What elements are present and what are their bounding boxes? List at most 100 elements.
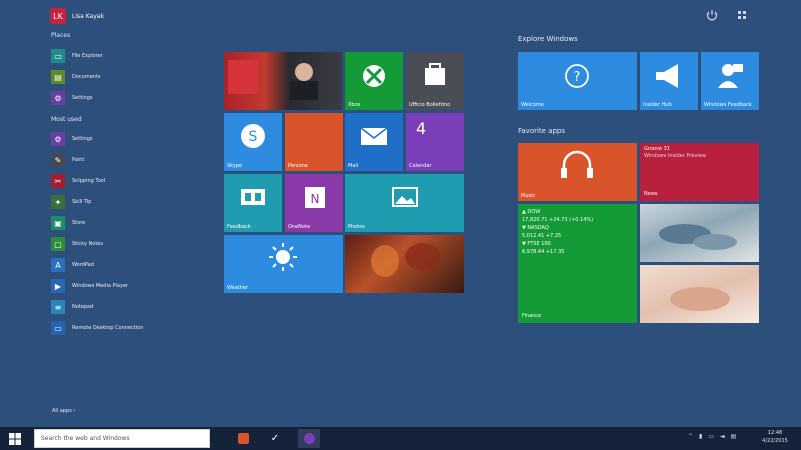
tile-label: Persone <box>288 163 308 169</box>
menu-item-store[interactable]: ▣ Store <box>51 214 181 232</box>
store-tile[interactable]: Ufficio Bollettino <box>406 52 464 110</box>
svg-text:S: S <box>249 129 258 145</box>
folder-icon: ▭ <box>51 49 65 63</box>
tile-label: Insider Hub <box>643 102 672 108</box>
finance-tile[interactable]: ▲ DOW 17,820.71 +24.73 (+0.14%) ▼ NASDAQ… <box>518 204 637 323</box>
checkmark-icon: ✓ <box>270 433 280 444</box>
message-icon[interactable]: ▤ <box>731 433 737 440</box>
menu-item-label: File Explorer <box>72 53 103 59</box>
calendar-tile[interactable]: 4 Calendar <box>406 113 464 171</box>
photo-tile-hands[interactable] <box>640 265 759 323</box>
menu-item-label: Windows Media Player <box>72 283 129 289</box>
menu-item-label: Notepad <box>72 304 94 310</box>
menu-item-paint[interactable]: ✎ Paint <box>51 151 181 169</box>
news-photo-tile[interactable] <box>224 52 342 110</box>
photos-tile[interactable]: Photos <box>345 174 464 232</box>
expand-start-button[interactable] <box>735 7 749 21</box>
chevron-up-icon[interactable]: ⌃ <box>688 433 693 440</box>
menu-item-notepad[interactable]: ≡ Notepad <box>51 298 181 316</box>
menu-item-label: Store <box>72 220 86 226</box>
people-tile[interactable]: Persone <box>285 113 343 171</box>
photo-tile-shoes[interactable] <box>640 204 759 262</box>
welcome-tile[interactable]: ? Welcome <box>518 52 637 110</box>
menu-item-label: Sticky Notes <box>72 241 103 247</box>
news-title: Groove 31 <box>644 146 670 152</box>
menu-item-label: Settings <box>72 95 93 101</box>
feedback-tile[interactable]: Feedback <box>224 174 282 232</box>
windows-feedback-tile[interactable]: Windows Feedback <box>701 52 759 110</box>
battery-icon[interactable]: ▭ <box>708 433 714 440</box>
menu-item-wordpad[interactable]: A WordPad <box>51 256 181 274</box>
tile-label: OneNote <box>288 224 311 230</box>
mail-icon <box>360 127 388 145</box>
map-icon <box>241 189 265 205</box>
start-button[interactable] <box>6 430 24 447</box>
scissors-icon: ✂ <box>51 174 65 188</box>
explore-group-title: Explore Windows <box>518 35 578 43</box>
menu-item-label: Snipping Tool <box>72 178 106 184</box>
insider-hub-tile[interactable]: Insider Hub <box>640 52 698 110</box>
documents-icon: ▤ <box>51 70 65 84</box>
avatar: LK <box>50 8 66 24</box>
wordpad-icon: A <box>51 258 65 272</box>
calendar-date: 4 <box>416 119 427 138</box>
paint-icon: ✎ <box>51 153 65 167</box>
mail-tile[interactable]: Mail <box>345 113 403 171</box>
gear-icon: ⚙ <box>51 91 65 105</box>
remote-icon: ▭ <box>51 321 65 335</box>
tile-label: Mail <box>348 163 359 169</box>
shopping-bag-icon <box>425 63 445 85</box>
weather-tile[interactable]: Weather <box>224 235 343 293</box>
office-icon <box>237 433 249 444</box>
all-apps-link[interactable]: All apps › <box>52 408 75 414</box>
settings-app-icon <box>303 433 315 444</box>
person-photo-icon <box>228 60 318 100</box>
photo-slideshow-tile[interactable] <box>345 235 464 293</box>
stock-nasdaq-value: 5,012.41 +7.25 <box>522 233 562 239</box>
network-icon[interactable]: ▮ <box>699 433 702 440</box>
menu-item-sticky-notes[interactable]: ▢ Sticky Notes <box>51 235 181 253</box>
power-button[interactable] <box>705 7 719 21</box>
search-input[interactable]: Search the web and Windows <box>34 429 210 448</box>
taskbar-app-active[interactable] <box>298 429 320 448</box>
help-icon: ? <box>565 64 589 88</box>
photo-icon <box>392 187 418 207</box>
notepad-icon: ≡ <box>51 300 65 314</box>
menu-item-snipping-tool[interactable]: ✂ Snipping Tool <box>51 172 181 190</box>
menu-item-file-explorer[interactable]: ▭ File Explorer <box>51 47 181 65</box>
taskbar-app-office[interactable] <box>232 429 254 448</box>
menu-item-media-player[interactable]: ▶ Windows Media Player <box>51 277 181 295</box>
taskbar-app-tasks[interactable]: ✓ <box>264 429 286 448</box>
volume-icon[interactable]: ◄ <box>720 433 725 440</box>
system-tray: ⌃ ▮ ▭ ◄ ▤ <box>688 433 736 440</box>
onenote-tile[interactable]: N OneNote <box>285 174 343 232</box>
xbox-icon <box>363 65 385 87</box>
svg-text:?: ? <box>574 70 581 85</box>
clock[interactable]: 12:48 4/22/2015 <box>757 429 793 445</box>
menu-item-skill-tip[interactable]: ✦ Skill Tip <box>51 193 181 211</box>
clock-date: 4/22/2015 <box>762 438 788 444</box>
xbox-tile[interactable]: Xbox <box>345 52 403 110</box>
menu-item-remote-desktop[interactable]: ▭ Remote Desktop Connection <box>51 319 181 337</box>
tile-label: Ufficio Bollettino <box>409 102 451 108</box>
music-tile[interactable]: Music <box>518 143 637 201</box>
menu-item-settings-2[interactable]: ⚙ Settings <box>51 130 181 148</box>
skype-tile[interactable]: S Skype <box>224 113 282 171</box>
shoes-photo-icon <box>659 224 737 250</box>
user-account[interactable]: LK Lisa Kayak <box>50 8 104 24</box>
section-title-places: Places <box>51 32 71 39</box>
menu-item-settings[interactable]: ⚙ Settings <box>51 89 181 107</box>
menu-item-documents[interactable]: ▤ Documents <box>51 68 181 86</box>
news-subtitle: Windows Insider Preview <box>644 153 706 159</box>
svg-text:N: N <box>311 192 320 206</box>
stock-ftse-value: 6,978.44 +17.35 <box>522 249 565 255</box>
news-tile[interactable]: Groove 31 Windows Insider Preview News <box>640 143 759 201</box>
store-icon: ▣ <box>51 216 65 230</box>
skype-icon: S <box>241 124 265 148</box>
section-title-most-used: Most used <box>51 116 82 123</box>
stock-dow-value: 17,820.71 +24.73 (+0.14%) <box>522 217 594 223</box>
tile-label: Windows Feedback <box>704 102 752 108</box>
menu-item-label: Documents <box>72 74 101 80</box>
stock-ftse-label: ▼ FTSE 100 <box>522 241 551 247</box>
gear-icon: ⚙ <box>51 132 65 146</box>
